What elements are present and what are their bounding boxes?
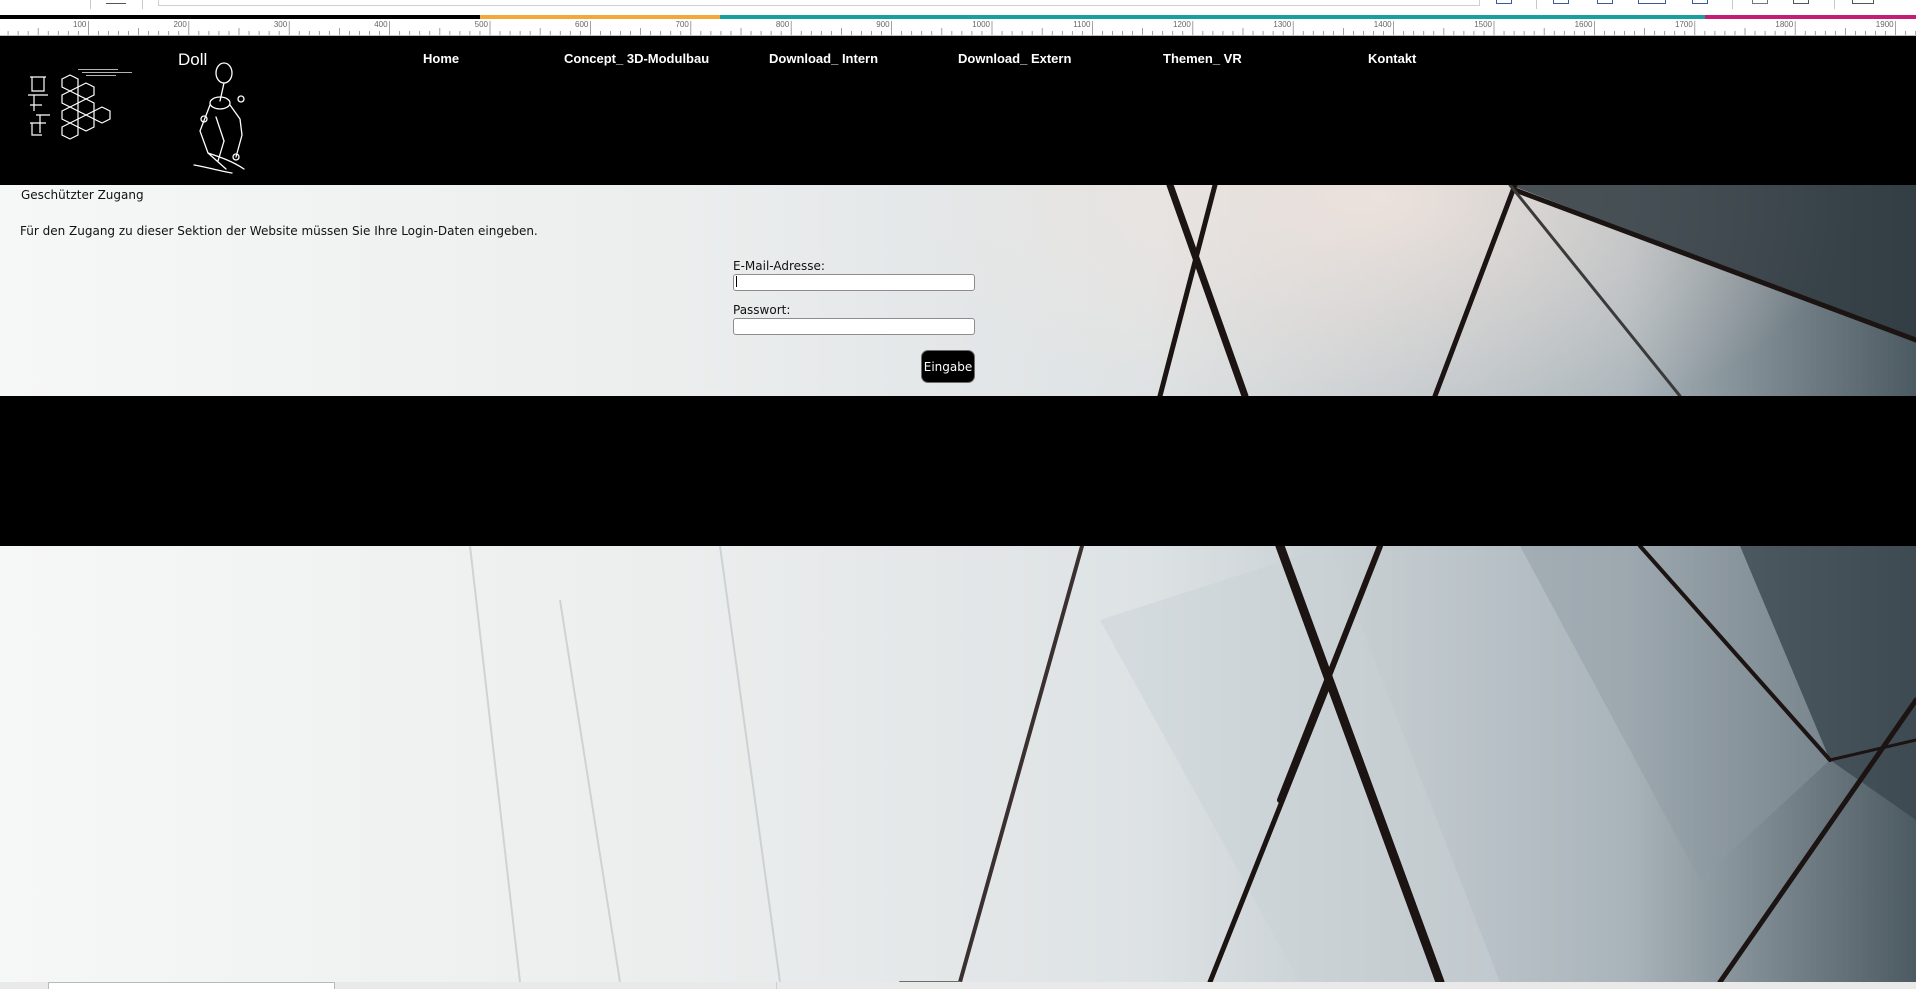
- toolbar-divider: [142, 0, 143, 9]
- ruler-tick-label: 1600: [1575, 20, 1593, 29]
- ruler-tick-label: 600: [575, 20, 589, 29]
- ruler-tick-label: 1300: [1273, 20, 1291, 29]
- ruler-tick-label: 1400: [1374, 20, 1392, 29]
- ruler-tick-label: 1900: [1876, 20, 1894, 29]
- grid-icon[interactable]: [1793, 0, 1809, 4]
- ruler-tick-label: 700: [675, 20, 689, 29]
- nav-download-intern[interactable]: Download_ Intern: [769, 51, 878, 67]
- comment-icon[interactable]: [1496, 0, 1512, 4]
- black-content-band: [0, 396, 1916, 546]
- undo-icon[interactable]: [1752, 0, 1768, 4]
- ruler: 100 200 300 400 500 600 700 800 900 1000 1100 1200 1…: [0, 15, 1916, 36]
- login-form: E-Mail-Adresse: Passwort: Eingabe: [733, 259, 975, 385]
- text-caret: [736, 276, 737, 287]
- align-icon[interactable]: [1692, 0, 1708, 4]
- submit-button[interactable]: Eingabe: [921, 350, 975, 383]
- ruler-tick-label: 1700: [1675, 20, 1693, 29]
- section-description: Für den Zugang zu dieser Sektion der Web…: [20, 224, 538, 238]
- doll-figure-icon: [193, 62, 245, 174]
- nav-themen-vr[interactable]: Themen_ VR: [1163, 51, 1242, 67]
- active-page-tab[interactable]: [48, 982, 335, 989]
- email-field-wrapper: [733, 274, 975, 291]
- email-field[interactable]: [733, 274, 975, 291]
- ruler-tick-label: 300: [274, 20, 288, 29]
- ruler-tick-label: 900: [876, 20, 890, 29]
- nav-concept-3d-modulbau[interactable]: Concept_ 3D-Modulbau: [564, 51, 709, 67]
- ruler-tick-label: 400: [374, 20, 388, 29]
- bottom-tab-bar: [0, 982, 1916, 989]
- menu-icon[interactable]: [106, 0, 126, 4]
- page-icon[interactable]: [1553, 0, 1569, 4]
- ruler-scale: 100 200 300 400 500 600 700 800 900 1000 1100 1200 1…: [0, 20, 1916, 36]
- hexagon-logo-icon: [28, 69, 132, 140]
- nav-home[interactable]: Home: [423, 51, 459, 67]
- zoom-icon[interactable]: [1852, 0, 1874, 4]
- ruler-tick-label: 200: [173, 20, 187, 29]
- ruler-tick-label: 1000: [972, 20, 990, 29]
- table-icon[interactable]: [1638, 0, 1666, 4]
- ruler-tick-label: 1100: [1073, 20, 1091, 29]
- password-label: Passwort:: [733, 303, 791, 317]
- ruler-tick-label: 1500: [1474, 20, 1492, 29]
- toolbar-divider: [1536, 0, 1537, 9]
- toolbar-divider: [90, 0, 91, 9]
- layout-icon[interactable]: [1597, 0, 1613, 4]
- toolbar-divider: [1732, 0, 1733, 9]
- tab-separator: [776, 982, 777, 989]
- ruler-tick-label: 500: [475, 20, 489, 29]
- editor-toolbar: [0, 0, 1916, 15]
- site-header: Doll Home Concept_ 3D-Modulbau Download_…: [0, 35, 1916, 185]
- address-bar[interactable]: [158, 0, 1480, 6]
- ruler-tick-label: 1200: [1173, 20, 1191, 29]
- ruler-tick-label: 800: [776, 20, 790, 29]
- section-title: Geschützter Zugang: [21, 188, 144, 202]
- protected-access-section: Geschützter Zugang Für den Zugang zu die…: [0, 185, 1916, 396]
- email-label: E-Mail-Adresse:: [733, 259, 825, 273]
- nav-download-extern[interactable]: Download_ Extern: [958, 51, 1071, 67]
- toolbar-divider: [1834, 0, 1835, 9]
- ruler-tick-label: 1800: [1775, 20, 1793, 29]
- ruler-tick-label: 100: [73, 20, 87, 29]
- password-field[interactable]: [733, 318, 975, 335]
- nav-kontakt[interactable]: Kontakt: [1368, 51, 1416, 67]
